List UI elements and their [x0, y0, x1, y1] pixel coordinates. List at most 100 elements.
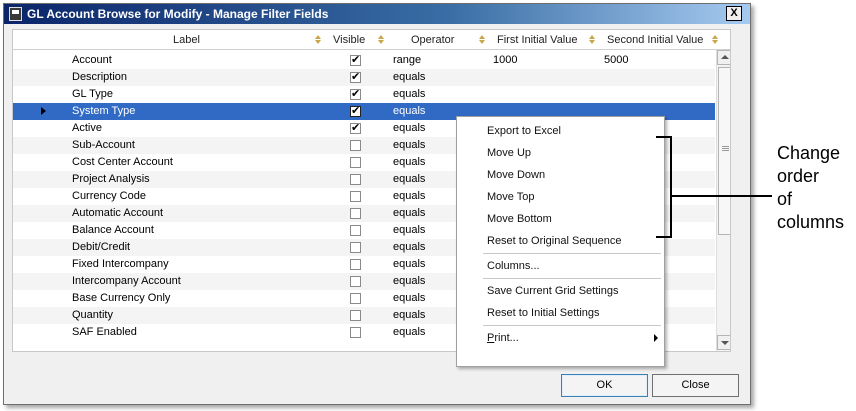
menu-item-save-current-grid-settings[interactable]: Save Current Grid Settings: [457, 280, 664, 302]
row-operator[interactable]: equals: [393, 239, 425, 256]
row-label: System Type: [72, 105, 136, 117]
visible-checkbox[interactable]: [350, 53, 361, 66]
row-operator[interactable]: equals: [393, 256, 425, 273]
table-row[interactable]: GL Type equals: [13, 86, 715, 103]
menu-item-print[interactable]: Print...: [457, 327, 664, 349]
grip-icon: [722, 146, 729, 147]
row-label: Cost Center Account: [72, 156, 173, 168]
menu-item-move-bottom[interactable]: Move Bottom: [457, 208, 664, 230]
chevron-up-icon: [721, 55, 729, 59]
column-header-first-initial-value[interactable]: First Initial Value: [497, 30, 578, 50]
scroll-down-button[interactable]: [717, 335, 730, 350]
row-operator[interactable]: equals: [393, 137, 425, 154]
row-label: Debit/Credit: [72, 241, 131, 253]
visible-checkbox[interactable]: [350, 208, 361, 219]
menu-separator: [483, 278, 661, 279]
sort-icon[interactable]: [378, 35, 385, 44]
window-title: GL Account Browse for Modify - Manage Fi…: [27, 7, 329, 21]
visible-checkbox[interactable]: [350, 310, 361, 321]
menu-item-label: rint...: [494, 332, 519, 344]
visible-checkbox[interactable]: [350, 276, 361, 287]
sort-icon[interactable]: [315, 35, 322, 44]
callout-bracket: [656, 136, 672, 238]
vertical-scrollbar[interactable]: [716, 50, 730, 351]
menu-item-move-down[interactable]: Move Down: [457, 164, 664, 186]
row-label: Balance Account: [72, 224, 154, 236]
row-operator[interactable]: equals: [393, 307, 425, 324]
row-label: Account: [72, 54, 112, 66]
row-operator[interactable]: equals: [393, 69, 425, 86]
row-operator[interactable]: equals: [393, 273, 425, 290]
row-operator[interactable]: equals: [393, 324, 425, 341]
row-operator[interactable]: equals: [393, 290, 425, 307]
close-button[interactable]: Close: [652, 374, 739, 397]
visible-checkbox[interactable]: [350, 242, 361, 253]
column-header-label[interactable]: Label: [173, 30, 200, 50]
visible-checkbox[interactable]: [350, 140, 361, 151]
table-row[interactable]: Description equals: [13, 69, 715, 86]
callout-text: Change order of columns: [777, 142, 844, 234]
row-operator[interactable]: equals: [393, 103, 425, 120]
row-operator[interactable]: equals: [393, 188, 425, 205]
row-label: Active: [72, 122, 102, 134]
menu-item-export-to-excel[interactable]: Export to Excel: [457, 120, 664, 142]
row-operator[interactable]: equals: [393, 120, 425, 137]
row-label: Quantity: [72, 309, 113, 321]
grid-header: Label Visible Operator First Initial Val…: [13, 30, 730, 50]
scroll-thumb[interactable]: [718, 67, 730, 235]
menu-item-columns[interactable]: Columns...: [457, 255, 664, 277]
visible-checkbox[interactable]: [350, 327, 361, 338]
menu-item-reset-to-initial-settings[interactable]: Reset to Initial Settings: [457, 302, 664, 324]
visible-checkbox[interactable]: [350, 174, 361, 185]
scroll-up-button[interactable]: [717, 50, 730, 65]
menu-item-move-top[interactable]: Move Top: [457, 186, 664, 208]
sort-icon[interactable]: [712, 35, 719, 44]
row-first-initial-value[interactable]: 1000: [493, 52, 517, 69]
visible-checkbox[interactable]: [350, 157, 361, 168]
context-menu: Export to Excel Move Up Move Down Move Top M…: [456, 116, 665, 367]
callout-line-4: columns: [777, 212, 845, 232]
callout-line: [672, 195, 772, 197]
row-label: SAF Enabled: [72, 326, 137, 338]
row-operator[interactable]: equals: [393, 171, 425, 188]
visible-checkbox[interactable]: [350, 259, 361, 270]
visible-checkbox[interactable]: [350, 70, 361, 83]
visible-checkbox[interactable]: [350, 225, 361, 236]
row-operator[interactable]: equals: [393, 222, 425, 239]
sort-icon[interactable]: [589, 35, 596, 44]
chevron-right-icon: [654, 334, 658, 342]
visible-checkbox[interactable]: [350, 121, 361, 134]
visible-checkbox[interactable]: [350, 104, 361, 117]
row-label: Description: [72, 71, 128, 83]
callout-line-1: Change: [777, 143, 841, 163]
row-operator[interactable]: equals: [393, 205, 425, 222]
menu-item-reset-to-original-sequence[interactable]: Reset to Original Sequence: [457, 230, 664, 252]
row-operator[interactable]: range: [393, 52, 421, 69]
column-header-visible[interactable]: Visible: [333, 30, 365, 50]
column-header-operator[interactable]: Operator: [411, 30, 454, 50]
sort-icon[interactable]: [479, 35, 486, 44]
title-bar[interactable]: GL Account Browse for Modify - Manage Fi…: [4, 4, 750, 24]
row-second-initial-value[interactable]: 5000: [604, 52, 628, 69]
callout-line-2: order: [777, 166, 820, 186]
window-close-button[interactable]: X: [726, 6, 742, 21]
row-label: Base Currency Only: [72, 292, 171, 304]
row-label: Project Analysis: [72, 173, 150, 185]
row-operator[interactable]: equals: [393, 86, 425, 103]
column-header-second-initial-value[interactable]: Second Initial Value: [607, 30, 703, 50]
row-label: Fixed Intercompany: [72, 258, 169, 270]
menu-separator: [483, 253, 661, 254]
menu-item-move-up[interactable]: Move Up: [457, 142, 664, 164]
ok-button[interactable]: OK: [561, 374, 648, 397]
visible-checkbox[interactable]: [350, 293, 361, 304]
row-operator[interactable]: equals: [393, 154, 425, 171]
table-row[interactable]: Account range 1000 5000: [13, 52, 715, 69]
visible-checkbox[interactable]: [350, 87, 361, 100]
visible-checkbox[interactable]: [350, 191, 361, 202]
app-icon: [9, 7, 22, 21]
row-label: Automatic Account: [72, 207, 164, 219]
menu-separator: [483, 325, 661, 326]
row-label: Sub-Account: [72, 139, 135, 151]
row-label: GL Type: [72, 88, 113, 100]
row-label: Intercompany Account: [72, 275, 181, 287]
